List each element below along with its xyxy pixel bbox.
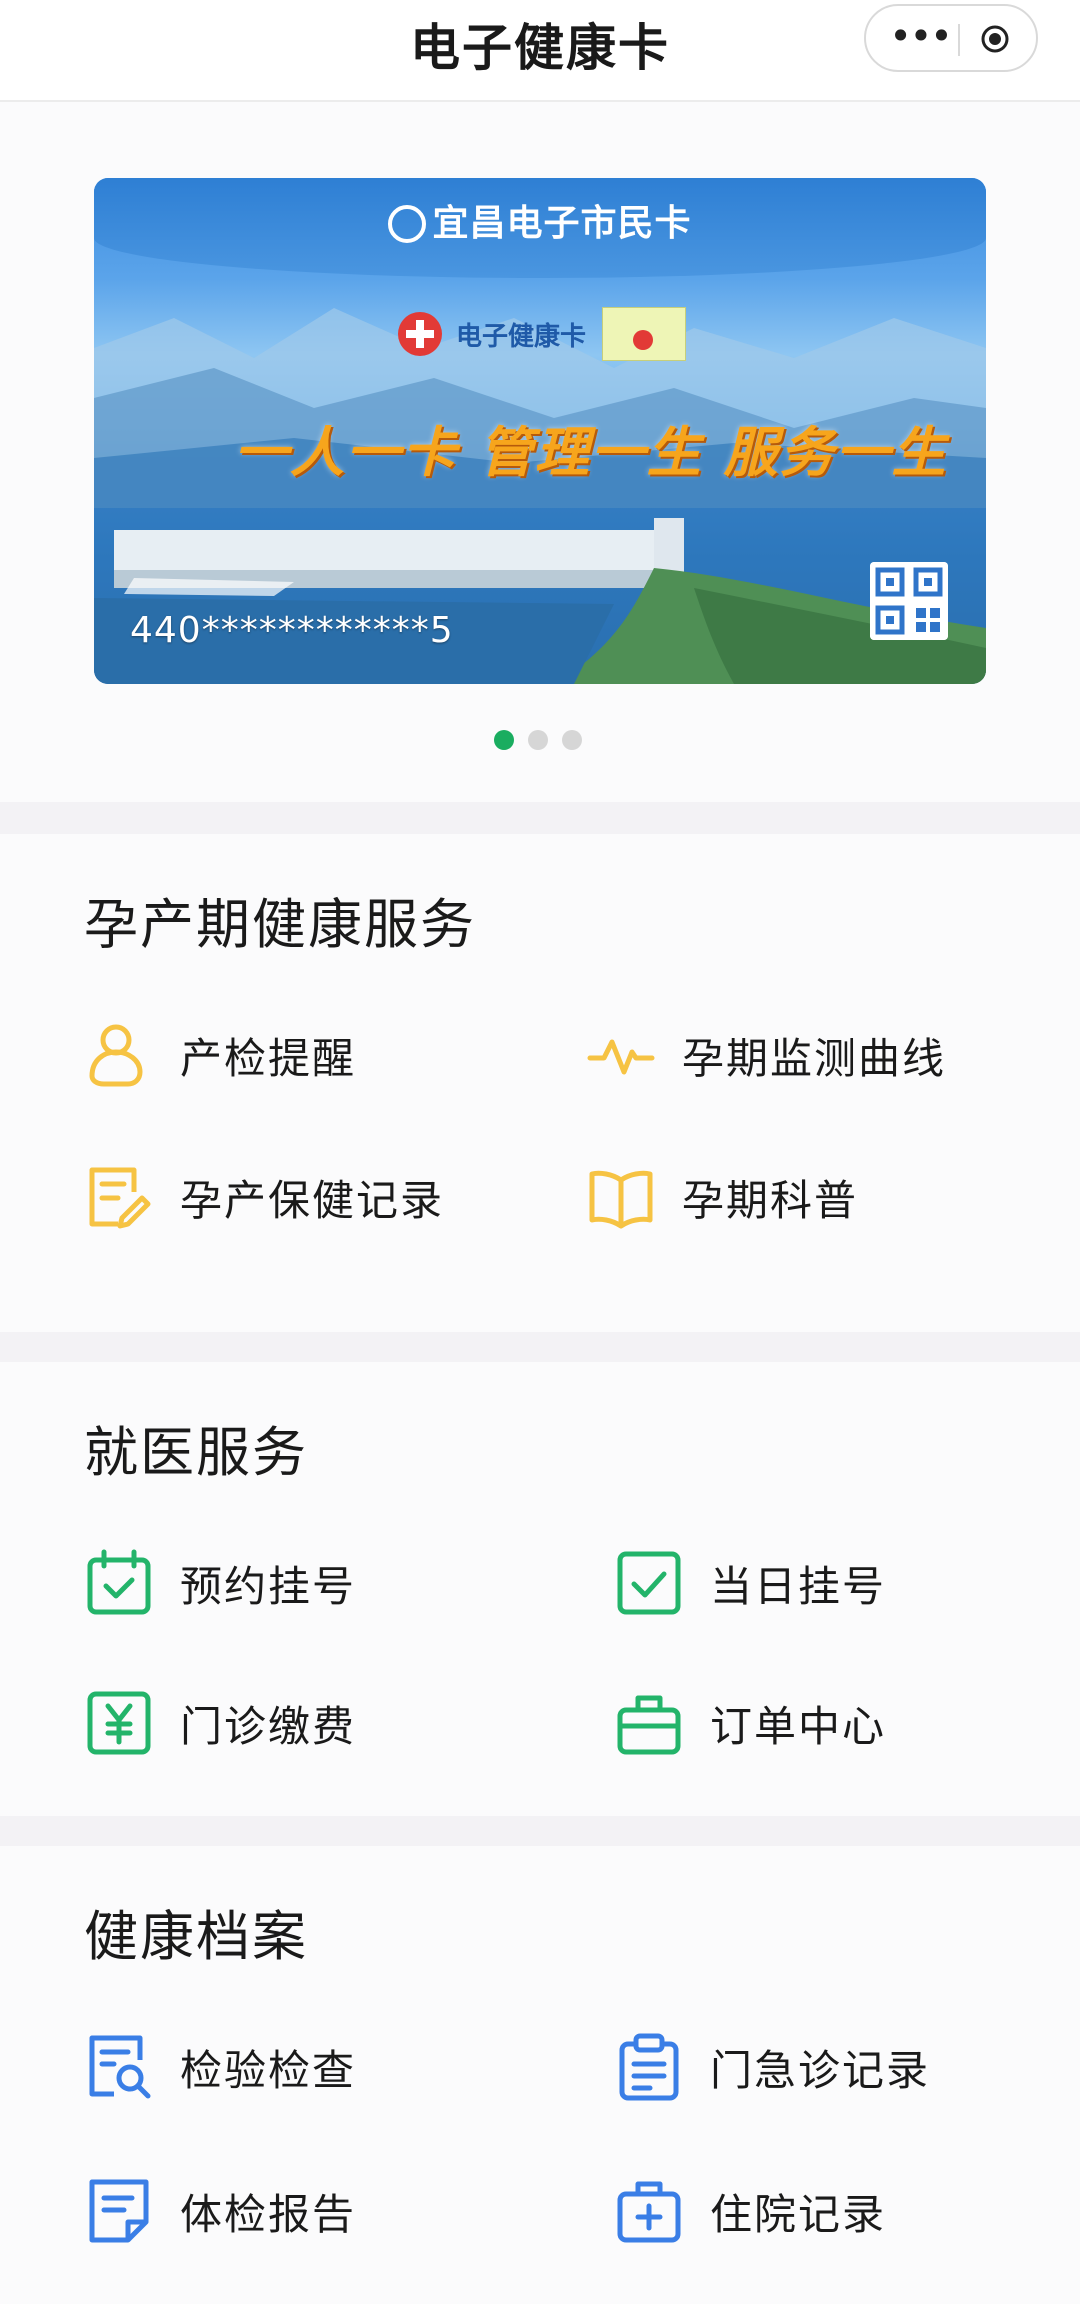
report-icon xyxy=(89,2179,149,2243)
stamp-icon xyxy=(602,307,687,361)
maternity-section-title: 孕产期健康服务 xyxy=(84,893,476,956)
card-brand-text: 宜昌电子市民卡 xyxy=(432,203,692,244)
bag-icon xyxy=(617,1695,681,1755)
mini-program-capsule: ••• xyxy=(864,4,1038,72)
order-center-item[interactable]: 订单中心 xyxy=(614,1678,886,1768)
health-card-label: 电子健康卡 xyxy=(456,321,587,352)
appointment-item[interactable]: 预约挂号 xyxy=(84,1538,356,1628)
pregnancy-curve-label: 孕期监测曲线 xyxy=(682,1033,947,1083)
nav-bar: 电子健康卡 ••• xyxy=(0,0,1080,102)
clipboard-icon xyxy=(619,2033,679,2101)
target-close-icon[interactable] xyxy=(980,24,1010,54)
outpatient-record-label: 门急诊记录 xyxy=(710,2045,931,2095)
maternity-record-item[interactable]: 孕产保健记录 xyxy=(84,1152,444,1242)
records-section: 健康档案 检验检查 门急诊记录 体检报告 住院记录 xyxy=(0,1846,1080,2304)
yuan-icon xyxy=(87,1691,151,1755)
physical-report-label: 体检报告 xyxy=(180,2189,357,2239)
card-banner-section: 宜昌电子市民卡 电子健康卡 一人一卡 管理一生 服务一生 440********… xyxy=(0,102,1080,802)
checkbox-icon xyxy=(617,1551,681,1615)
carousel-dot-1[interactable] xyxy=(494,730,514,750)
card-slogan: 一人一卡 管理一生 服务一生 xyxy=(234,421,948,484)
edit-note-icon xyxy=(89,1167,151,1229)
inpatient-record-item[interactable]: 住院记录 xyxy=(614,2166,886,2256)
inpatient-record-label: 住院记录 xyxy=(710,2189,887,2239)
records-section-title: 健康档案 xyxy=(84,1905,308,1968)
carousel-indicator xyxy=(494,730,582,750)
maternity-section: 孕产期健康服务 产检提醒 孕期监测曲线 孕产保健记录 孕期科普 xyxy=(0,834,1080,1332)
dam-scenery xyxy=(94,508,986,684)
clinic-section: 就医服务 预约挂号 当日挂号 门诊缴费 订单中心 xyxy=(0,1362,1080,1816)
lab-exam-item[interactable]: 检验检查 xyxy=(84,2022,356,2112)
more-dots-icon[interactable]: ••• xyxy=(888,14,952,64)
appointment-label: 预约挂号 xyxy=(180,1561,357,1611)
open-book-icon xyxy=(589,1170,653,1229)
carousel-dot-2[interactable] xyxy=(528,730,548,750)
medical-kit-icon xyxy=(617,2181,681,2243)
health-card[interactable]: 宜昌电子市民卡 电子健康卡 一人一卡 管理一生 服务一生 440********… xyxy=(94,178,986,684)
card-brand: 宜昌电子市民卡 xyxy=(94,194,986,246)
pulse-icon xyxy=(587,1039,655,1075)
qr-code-icon[interactable] xyxy=(870,562,948,640)
pregnancy-science-item[interactable]: 孕期科普 xyxy=(586,1152,858,1242)
capsule-divider xyxy=(958,24,960,56)
clinic-section-title: 就医服务 xyxy=(84,1421,308,1484)
pregnancy-curve-item[interactable]: 孕期监测曲线 xyxy=(586,1010,946,1100)
same-day-item[interactable]: 当日挂号 xyxy=(614,1538,886,1628)
health-card-badge: 电子健康卡 xyxy=(398,306,687,362)
clinic-payment-item[interactable]: 门诊缴费 xyxy=(84,1678,356,1768)
carousel-dot-3[interactable] xyxy=(562,730,582,750)
card-number: 440************5 xyxy=(130,610,454,651)
clinic-payment-label: 门诊缴费 xyxy=(180,1701,357,1751)
red-cross-icon xyxy=(398,312,442,356)
pregnancy-science-label: 孕期科普 xyxy=(682,1175,859,1225)
lab-exam-label: 检验检查 xyxy=(180,2045,357,2095)
brand-logo-icon xyxy=(388,205,427,243)
search-document-icon xyxy=(89,2035,151,2099)
checkup-reminder-label: 产检提醒 xyxy=(180,1033,357,1083)
person-icon xyxy=(89,1024,143,1087)
checkup-reminder-item[interactable]: 产检提醒 xyxy=(84,1010,356,1100)
calendar-check-icon xyxy=(87,1549,151,1615)
maternity-record-label: 孕产保健记录 xyxy=(180,1175,445,1225)
same-day-label: 当日挂号 xyxy=(710,1561,887,1611)
order-center-label: 订单中心 xyxy=(710,1701,887,1751)
outpatient-record-item[interactable]: 门急诊记录 xyxy=(614,2022,930,2112)
physical-report-item[interactable]: 体检报告 xyxy=(84,2166,356,2256)
